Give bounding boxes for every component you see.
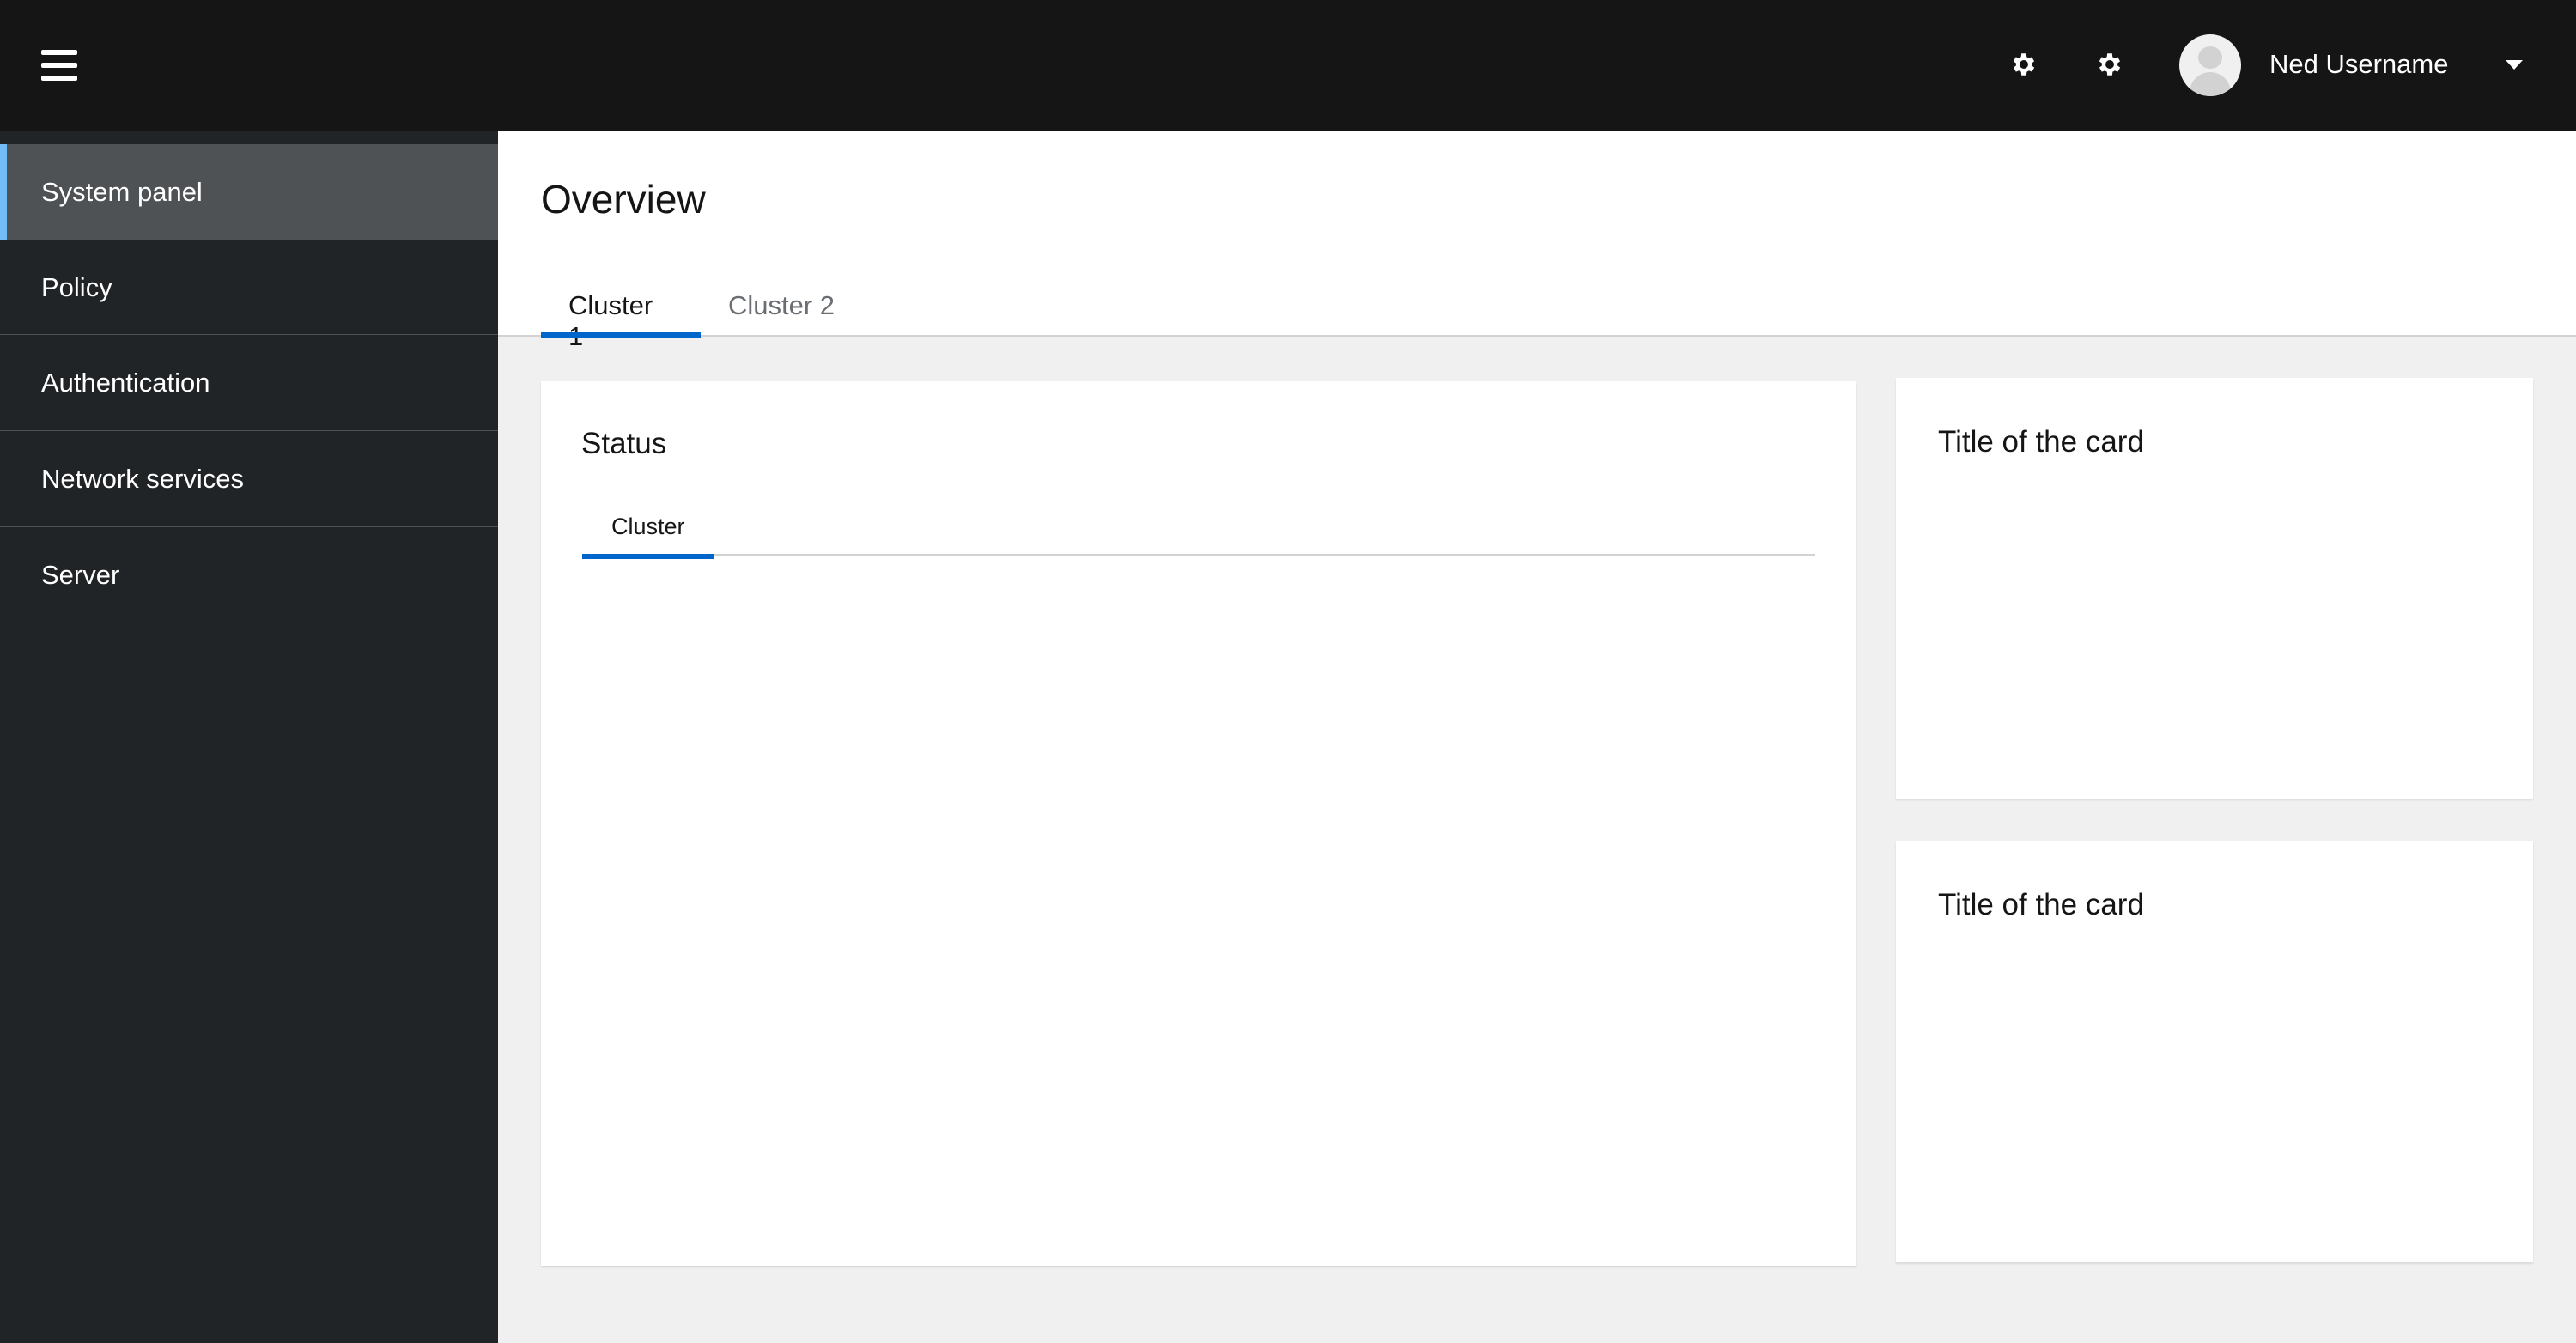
- avatar-icon[interactable]: [2179, 34, 2241, 96]
- tab-label: Cluster 1: [568, 290, 653, 351]
- tab-label: Cluster 2: [728, 290, 835, 320]
- user-name: Ned Username: [2269, 49, 2449, 79]
- page-title: Overview: [541, 177, 706, 222]
- tab-cluster[interactable]: Cluster: [582, 501, 714, 559]
- gear-icon: [2099, 53, 2121, 76]
- card-title: Title of the card: [1938, 425, 2144, 459]
- card-title: Status: [581, 427, 667, 460]
- sidebar: System panel Policy Authentication Netwo…: [0, 131, 498, 1343]
- tab-cluster-1[interactable]: Cluster 1: [541, 278, 701, 351]
- caret-down-icon[interactable]: [2506, 60, 2523, 70]
- user-menu-toggle[interactable]: Ned Username: [2269, 45, 2448, 84]
- sidebar-item-label: Policy: [41, 271, 112, 302]
- sidebar-item-label: Server: [41, 559, 120, 590]
- gear-icon: [2013, 53, 2035, 76]
- masthead: Ned Username: [0, 0, 2576, 131]
- hamburger-bar: [41, 63, 77, 68]
- info-card-1: Title of the card: [1896, 378, 2533, 799]
- hamburger-bar: [41, 50, 77, 55]
- sidebar-item-server[interactable]: Server: [0, 527, 498, 623]
- sidebar-item-system-panel[interactable]: System panel: [0, 144, 498, 240]
- card-title: Title of the card: [1938, 888, 2144, 921]
- settings-button-2[interactable]: [2095, 50, 2124, 79]
- cluster-tabs: Cluster 1 Cluster 2: [541, 278, 862, 351]
- info-card-2: Title of the card: [1896, 841, 2533, 1262]
- sidebar-item-label: Network services: [41, 463, 244, 494]
- sidebar-item-label: System panel: [41, 177, 203, 207]
- hamburger-bar: [41, 76, 77, 81]
- sidebar-item-label: Authentication: [41, 367, 210, 398]
- settings-button-1[interactable]: [2009, 50, 2038, 79]
- tab-cluster-2[interactable]: Cluster 2: [701, 278, 862, 337]
- sidebar-item-policy[interactable]: Policy: [0, 240, 498, 335]
- page-header: Overview Cluster 1 Cluster 2: [498, 131, 2576, 351]
- sidebar-item-network-services[interactable]: Network services: [0, 431, 498, 527]
- status-tabs: Cluster: [582, 501, 1815, 559]
- tab-label: Cluster: [611, 514, 685, 539]
- status-card: Status Cluster: [541, 381, 1856, 1266]
- avatar-body: [2190, 72, 2231, 96]
- avatar-head: [2198, 46, 2222, 69]
- sidebar-item-authentication[interactable]: Authentication: [0, 335, 498, 431]
- hamburger-icon[interactable]: [41, 50, 77, 81]
